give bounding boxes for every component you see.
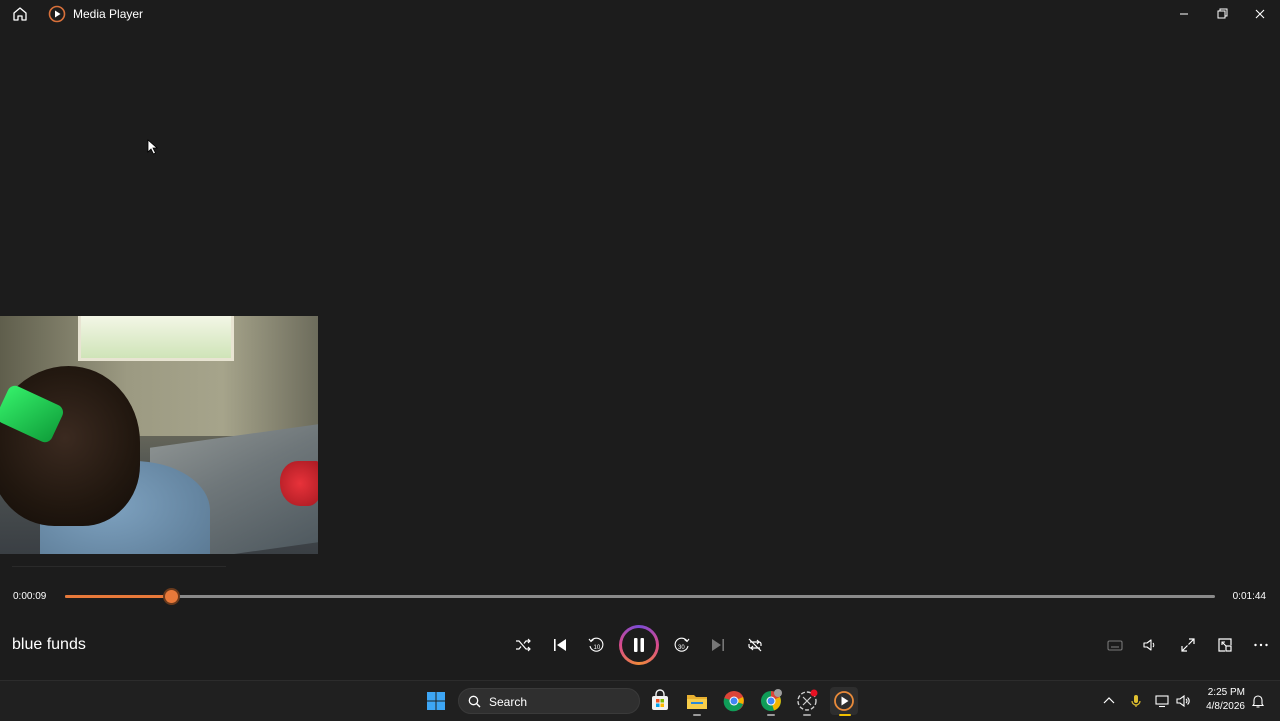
chrome-profile-icon[interactable]: [759, 689, 783, 716]
skip-forward-30-icon[interactable]: 30: [673, 636, 691, 654]
title-bar: Media Player: [0, 0, 1280, 28]
pause-icon: [631, 637, 647, 653]
divider: [12, 566, 226, 567]
chrome-icon[interactable]: [722, 689, 746, 713]
restore-icon[interactable]: [1211, 4, 1233, 24]
minimize-icon[interactable]: [1173, 4, 1195, 24]
seek-bar[interactable]: [65, 590, 1215, 603]
skip-back-10-icon[interactable]: 10: [587, 636, 605, 654]
taskbar-search[interactable]: Search: [458, 688, 640, 714]
mouse-cursor-icon: [147, 139, 159, 155]
home-icon[interactable]: [10, 4, 30, 24]
seek-bar-thumb[interactable]: [164, 590, 178, 603]
file-explorer-icon[interactable]: [685, 689, 709, 716]
track-title: blue funds: [12, 636, 86, 653]
microphone-icon[interactable]: [1128, 693, 1144, 709]
hub-icon[interactable]: [795, 689, 819, 716]
pause-button-inner: [622, 628, 656, 662]
media-player-logo-icon: [48, 5, 66, 23]
fullscreen-icon[interactable]: [1179, 636, 1197, 654]
active-indicator: [839, 714, 851, 716]
taskbar: Search 2:25 PM 4/8/2026: [0, 680, 1280, 721]
window-title: Media Player: [73, 7, 144, 21]
running-indicator: [803, 714, 811, 716]
running-indicator: [767, 714, 775, 716]
next-icon[interactable]: [709, 636, 727, 654]
svg-text:10: 10: [594, 645, 601, 651]
notification-icon[interactable]: [1250, 693, 1266, 709]
video-frame[interactable]: [0, 316, 318, 554]
seek-bar-fill: [65, 595, 171, 598]
video-blanket: [280, 461, 318, 506]
total-time: 0:01:44: [1232, 591, 1266, 602]
media-player-icon[interactable]: [830, 687, 858, 716]
close-icon[interactable]: [1249, 4, 1271, 24]
search-label: Search: [489, 695, 528, 709]
video-window: [78, 316, 234, 361]
network-icon[interactable]: [1154, 693, 1170, 709]
svg-text:30: 30: [678, 645, 685, 651]
clock-time[interactable]: 2:25 PM: [1205, 687, 1245, 698]
repeat-off-icon[interactable]: [746, 636, 764, 654]
pause-button[interactable]: [619, 625, 659, 665]
shuffle-icon[interactable]: [514, 636, 532, 654]
current-time: 0:00:09: [13, 591, 47, 602]
clock-date[interactable]: 4/8/2026: [1200, 701, 1245, 712]
search-icon: [468, 695, 481, 708]
more-icon[interactable]: [1252, 636, 1270, 654]
store-icon[interactable]: [648, 689, 672, 713]
previous-icon[interactable]: [551, 636, 569, 654]
speaker-icon[interactable]: [1175, 693, 1191, 709]
miniplayer-icon[interactable]: [1216, 636, 1234, 654]
chevron-up-icon[interactable]: [1101, 693, 1117, 709]
windows-start-icon[interactable]: [426, 691, 446, 711]
running-indicator: [693, 714, 701, 716]
volume-icon[interactable]: [1140, 636, 1158, 654]
captions-icon[interactable]: [1106, 636, 1124, 654]
